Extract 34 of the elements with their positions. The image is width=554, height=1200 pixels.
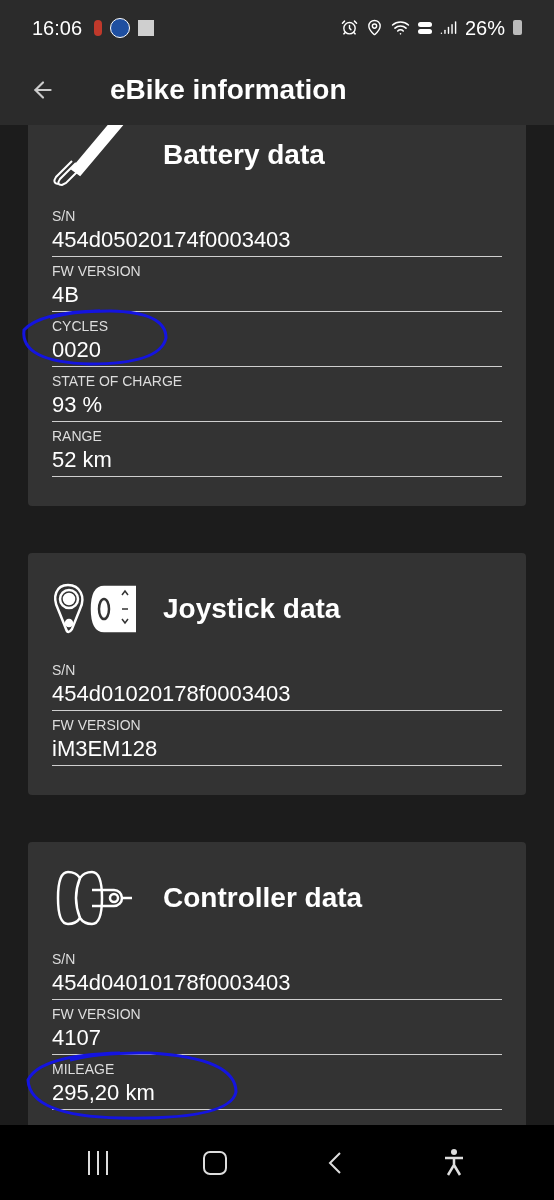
field-value: 295,20 km [52,1078,502,1110]
home-button[interactable] [203,1150,228,1175]
field-value: 52 km [52,445,502,477]
field-value: 454d01020178f0003403 [52,679,502,711]
field-value: 0020 [52,335,502,367]
signal-icon [439,19,457,36]
field-value: 454d04010178f0003403 [52,968,502,1000]
field-value: 4107 [52,1023,502,1055]
field-label: MILEAGE [52,1060,116,1078]
field-label: S/N [52,950,77,968]
field-label: FW VERSION [52,262,142,280]
location-icon [365,19,383,36]
field-label: STATE OF CHARGE [52,372,184,390]
bike-app-icon [110,17,131,38]
field-value: 4B [52,280,502,312]
card-title: Battery data [163,138,325,172]
field-value: 454d05020174f0003403 [52,225,502,257]
field-label: RANGE [52,427,103,445]
card-title: Joystick data [163,592,341,626]
alarm-icon [340,19,358,36]
field-value: 93 % [52,390,502,422]
wifi-icon [390,18,410,37]
field-label: S/N [52,207,77,225]
battery-icon [513,20,522,35]
field-label: FW VERSION [52,1005,142,1023]
card-title: Controller data [163,881,363,915]
recent-apps-button[interactable] [87,1150,108,1175]
battery-percentage: 26% [464,15,505,41]
screen-title: eBike information [110,73,347,107]
status-time: 16:06 [32,15,83,41]
field-label: S/N [52,661,77,679]
field-label: CYCLES [52,317,110,335]
field-value: iM3EM128 [52,734,502,766]
field-label: FW VERSION [52,716,142,734]
